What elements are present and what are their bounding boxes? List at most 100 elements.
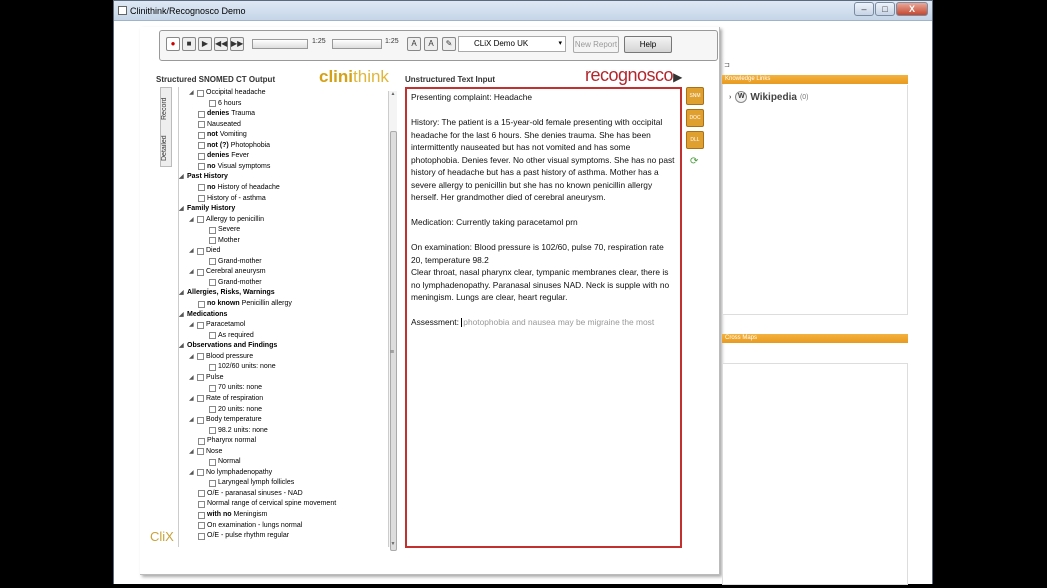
assessment-suggestion[interactable]: photophobia and nausea may be migraine t… — [463, 317, 654, 327]
tree-checkbox[interactable] — [198, 110, 205, 118]
tree-item[interactable]: ◢ Nose — [189, 447, 222, 457]
tree-item[interactable]: ◢ Pulse — [189, 373, 224, 383]
tab-record[interactable]: Record — [161, 90, 173, 128]
tree-item[interactable]: not Vomiting — [198, 130, 247, 140]
playback-progress-slider[interactable] — [252, 39, 308, 49]
tree-checkbox[interactable] — [198, 121, 205, 129]
tree-checkbox[interactable] — [198, 490, 205, 498]
close-button[interactable]: X — [896, 2, 928, 16]
tree-checkbox[interactable] — [209, 479, 216, 487]
tree-section-header[interactable]: ◢ Allergies, Risks, Warnings — [179, 288, 275, 298]
tree-item[interactable]: ◢ Occipital headache — [189, 88, 266, 98]
tree-item[interactable]: Normal — [209, 457, 241, 467]
expand-toggle-icon[interactable]: ◢ — [179, 204, 187, 214]
tree-item[interactable]: ◢ Allergy to penicillin — [189, 215, 264, 225]
expand-toggle-icon[interactable]: ◢ — [189, 320, 197, 330]
splitter-grip[interactable]: ≡ — [390, 349, 394, 356]
language-dropdown[interactable]: CLiX Demo UK ▾ — [458, 36, 566, 52]
tree-checkbox[interactable] — [197, 268, 204, 276]
scroll-thumb[interactable] — [390, 131, 397, 551]
tree-checkbox[interactable] — [209, 258, 216, 266]
tree-item[interactable]: On examination - lungs normal — [198, 521, 302, 531]
expand-toggle-icon[interactable]: ◢ — [189, 352, 197, 362]
expand-toggle-icon[interactable]: ◢ — [189, 468, 197, 478]
tree-item[interactable]: History of - asthma — [198, 194, 266, 204]
tree-section-header[interactable]: ◢ Observations and Findings — [179, 341, 277, 351]
tree-checkbox[interactable] — [209, 279, 216, 287]
tree-item[interactable]: Grand-mother — [209, 257, 262, 267]
rewind-button[interactable]: ◀◀ — [214, 37, 228, 51]
pin-icon[interactable]: ⊐ — [724, 61, 730, 69]
tree-item[interactable]: Pharynx normal — [198, 436, 256, 446]
expand-toggle-icon[interactable]: ◢ — [189, 267, 197, 277]
tree-item[interactable]: not (?) Photophobia — [198, 141, 270, 151]
tree-checkbox[interactable] — [198, 532, 205, 540]
tree-item[interactable]: O/E - paranasal sinuses - NAD — [198, 489, 303, 499]
tree-item[interactable]: no known Penicillin allergy — [198, 299, 292, 309]
tree-checkbox[interactable] — [198, 152, 205, 160]
tree-checkbox[interactable] — [198, 131, 205, 139]
tree-item[interactable]: ◢ Paracetamol — [189, 320, 245, 330]
tree-item[interactable]: ◢ Rate of respiration — [189, 394, 263, 404]
tree-item[interactable]: no History of headache — [198, 183, 280, 193]
tree-item[interactable]: Laryngeal lymph follicles — [209, 478, 294, 488]
help-button[interactable]: Help — [624, 36, 672, 53]
tree-checkbox[interactable] — [198, 163, 205, 171]
tree-checkbox[interactable] — [197, 89, 204, 97]
tree-item[interactable]: with no Meningism — [198, 510, 267, 520]
tree-item[interactable]: denies Trauma — [198, 109, 255, 119]
tree-item[interactable]: Normal range of cervical spine movement — [198, 499, 336, 509]
tree-checkbox[interactable] — [198, 195, 205, 202]
tree-checkbox[interactable] — [197, 395, 204, 403]
tree-checkbox[interactable] — [209, 226, 216, 234]
tree-item[interactable]: O/E - pulse rhythm regular — [198, 531, 289, 541]
expand-toggle-icon[interactable]: ◢ — [189, 246, 197, 256]
fast-forward-button[interactable]: ▶▶ — [230, 37, 244, 51]
document-button[interactable]: DOC — [686, 109, 704, 127]
tree-checkbox[interactable] — [198, 500, 205, 508]
tree-checkbox[interactable] — [209, 100, 216, 108]
refresh-icon[interactable]: ⟳ — [690, 156, 698, 167]
tree-item[interactable]: ◢ Cerebral aneurysm — [189, 267, 266, 277]
tree-item[interactable]: Nauseated — [198, 120, 241, 130]
expand-toggle-icon[interactable]: ◢ — [189, 88, 197, 98]
tree-checkbox[interactable] — [198, 522, 205, 530]
snomed-button[interactable]: SNM — [686, 87, 704, 105]
tree-checkbox[interactable] — [209, 332, 216, 340]
tree-item[interactable]: 102/60 units: none — [209, 362, 276, 372]
maximize-button[interactable]: □ — [875, 2, 895, 16]
tree-item[interactable]: denies Fever — [198, 151, 249, 161]
tree-checkbox[interactable] — [197, 448, 204, 456]
expand-toggle-icon[interactable]: ◢ — [179, 310, 187, 320]
tree-checkbox[interactable] — [209, 384, 216, 392]
tree-checkbox[interactable] — [198, 142, 205, 150]
clear-formatting-icon[interactable]: ✎ — [442, 37, 456, 51]
increase-font-button[interactable]: A — [407, 37, 421, 51]
expand-toggle-icon[interactable]: ◢ — [179, 341, 187, 351]
tree-item[interactable]: ◢ Blood pressure — [189, 352, 253, 362]
tree-item[interactable]: 20 units: none — [209, 405, 262, 415]
tree-section-header[interactable]: ◢ Past History — [179, 172, 228, 182]
tree-item[interactable]: no Visual symptoms — [198, 162, 270, 172]
volume-slider[interactable] — [332, 39, 382, 49]
tree-checkbox[interactable] — [197, 469, 204, 477]
tree-checkbox[interactable] — [197, 353, 204, 361]
tab-detailed[interactable]: Detailed — [161, 130, 173, 166]
tree-scrollbar[interactable]: ▲ ▼ — [388, 91, 397, 551]
tree-checkbox[interactable] — [198, 511, 205, 519]
tree-item[interactable]: ◢ No lymphadenopathy — [189, 468, 272, 478]
tree-checkbox[interactable] — [209, 427, 216, 435]
minimize-button[interactable]: – — [854, 2, 874, 16]
dll-button[interactable]: DLL — [686, 131, 704, 149]
tree-item[interactable]: Severe — [209, 225, 240, 235]
record-button[interactable]: ● — [166, 37, 180, 51]
tree-checkbox[interactable] — [197, 216, 204, 224]
tree-item[interactable]: 70 units: none — [209, 383, 262, 393]
tree-checkbox[interactable] — [197, 321, 204, 329]
clinical-text-input[interactable]: Presenting complaint: Headache History: … — [405, 87, 682, 548]
expand-toggle-icon[interactable]: ◢ — [189, 215, 197, 225]
tree-checkbox[interactable] — [198, 300, 205, 308]
tree-item[interactable]: 6 hours — [209, 99, 241, 109]
tree-item[interactable]: Grand-mother — [209, 278, 262, 288]
scroll-up-icon[interactable]: ▲ — [389, 91, 397, 97]
